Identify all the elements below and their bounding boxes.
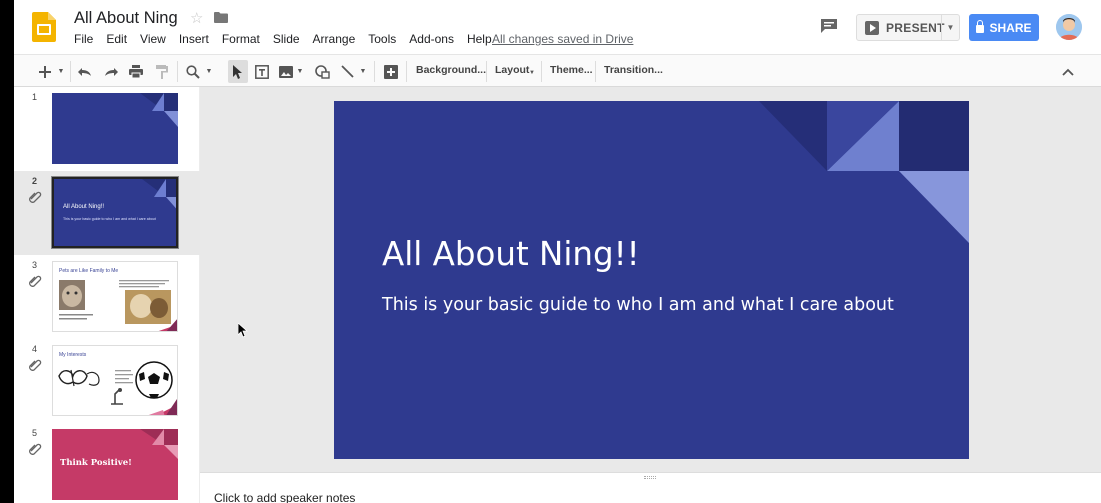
slide-thumbnail-3[interactable]: 3 Pets are Like Family to Me — [14, 255, 200, 339]
slide-canvas: All About Ning!! This is your basic guid… — [200, 87, 1101, 472]
slide-corner-decoration — [759, 101, 969, 243]
slide-number: 3 — [32, 260, 38, 270]
lock-icon — [976, 20, 985, 33]
star-icon[interactable]: ☆ — [190, 9, 203, 27]
slides-app: All About Ning ☆ File Edit View Insert F… — [14, 0, 1101, 503]
background-button[interactable]: Background... — [416, 64, 486, 76]
thumbnail-title: All About Ning!! — [63, 204, 105, 210]
menu-insert[interactable]: Insert — [179, 32, 209, 46]
layout-dropdown-icon[interactable]: ▼ — [528, 62, 536, 83]
speaker-notes-panel[interactable]: Click to add speaker notes — [200, 472, 1101, 503]
thumbnail-subtitle: This is your basic guide to who I am and… — [63, 217, 156, 221]
slide-thumbnail-1[interactable]: 1 — [14, 87, 200, 171]
menu-addons[interactable]: Add-ons — [409, 32, 454, 46]
menu-bar: File Edit View Insert Format Slide Arran… — [74, 32, 505, 46]
document-title[interactable]: All About Ning — [74, 9, 178, 28]
thumbnail-title: Think Positive! — [60, 458, 132, 468]
mouse-cursor-icon — [238, 323, 248, 338]
save-status-link[interactable]: All changes saved in Drive — [492, 32, 633, 46]
speaker-notes-placeholder[interactable]: Click to add speaker notes — [214, 491, 355, 503]
comments-icon[interactable] — [820, 18, 838, 34]
menu-format[interactable]: Format — [222, 32, 260, 46]
present-button[interactable]: PRESENT ▼ — [856, 14, 960, 41]
thumbnail-image — [52, 93, 178, 164]
zoom-icon[interactable] — [184, 61, 202, 82]
menu-view[interactable]: View — [140, 32, 166, 46]
slide-thumbnail-2[interactable]: 2 All About Ning!! This is your basic gu… — [14, 171, 200, 255]
plus-icon[interactable] — [36, 61, 54, 82]
slide-number: 1 — [32, 92, 38, 102]
menu-slide[interactable]: Slide — [273, 32, 300, 46]
select-icon[interactable] — [228, 61, 248, 82]
share-button[interactable]: SHARE — [969, 14, 1039, 41]
image-dropdown-icon[interactable]: ▼ — [295, 61, 305, 82]
new-slide-dropdown-icon[interactable]: ▼ — [56, 61, 66, 82]
slide-thumbnail-4[interactable]: 4 My Interests — [14, 339, 200, 423]
toolbar: ▼ ▼ ▼ ▼ Background... Layout ▼ Theme... … — [14, 54, 1101, 87]
undo-icon[interactable] — [76, 61, 94, 82]
comment-add-icon[interactable] — [382, 61, 400, 82]
shape-icon[interactable] — [313, 61, 331, 82]
attachment-icon — [29, 275, 42, 287]
image-icon[interactable] — [277, 61, 295, 82]
current-slide[interactable]: All About Ning!! This is your basic guid… — [334, 101, 969, 459]
menu-arrange[interactable]: Arrange — [313, 32, 356, 46]
slide-number: 5 — [32, 428, 38, 438]
redo-icon[interactable] — [102, 61, 120, 82]
menu-tools[interactable]: Tools — [368, 32, 396, 46]
collapse-icon[interactable] — [1059, 61, 1077, 82]
print-icon[interactable] — [127, 61, 145, 82]
theme-button[interactable]: Theme... — [550, 64, 593, 76]
slide-number: 4 — [32, 344, 38, 354]
slide-filmstrip: 1 2 All About Ning!! This is your basic … — [14, 87, 200, 503]
slide-number: 2 — [32, 176, 38, 186]
folder-icon[interactable] — [214, 12, 228, 23]
attachment-icon — [29, 191, 42, 203]
thumbnail-image: My Interests — [52, 345, 178, 416]
attachment-icon — [29, 443, 42, 455]
present-play-icon — [865, 20, 879, 35]
user-avatar-icon — [1056, 14, 1082, 40]
zoom-dropdown-icon[interactable]: ▼ — [204, 61, 214, 82]
slide-subtitle[interactable]: This is your basic guide to who I am and… — [382, 295, 894, 315]
text-box-icon[interactable] — [253, 61, 271, 82]
slide-title[interactable]: All About Ning!! — [382, 235, 640, 273]
slides-logo-icon[interactable] — [32, 12, 56, 42]
layout-button[interactable]: Layout — [495, 64, 529, 76]
menu-edit[interactable]: Edit — [106, 32, 127, 46]
attachment-icon — [29, 359, 42, 371]
slide-thumbnail-5[interactable]: 5 Think Positive! — [14, 423, 200, 503]
paint-format-icon[interactable] — [153, 61, 171, 82]
menu-file[interactable]: File — [74, 32, 93, 46]
menu-help[interactable]: Help — [467, 32, 492, 46]
thumbnail-image: Think Positive! — [52, 429, 178, 500]
avatar[interactable] — [1056, 14, 1082, 40]
resize-grip-icon[interactable] — [644, 476, 656, 479]
thumbnail-image: Pets are Like Family to Me — [52, 261, 178, 332]
header: All About Ning ☆ File Edit View Insert F… — [14, 0, 1101, 54]
transition-button[interactable]: Transition... — [604, 64, 663, 76]
share-label: SHARE — [989, 20, 1032, 35]
thumbnail-image: All About Ning!! This is your basic guid… — [52, 177, 178, 248]
line-icon[interactable] — [338, 61, 356, 82]
present-dropdown-icon[interactable]: ▼ — [941, 15, 959, 40]
line-dropdown-icon[interactable]: ▼ — [358, 61, 368, 82]
present-label: PRESENT — [886, 20, 945, 35]
